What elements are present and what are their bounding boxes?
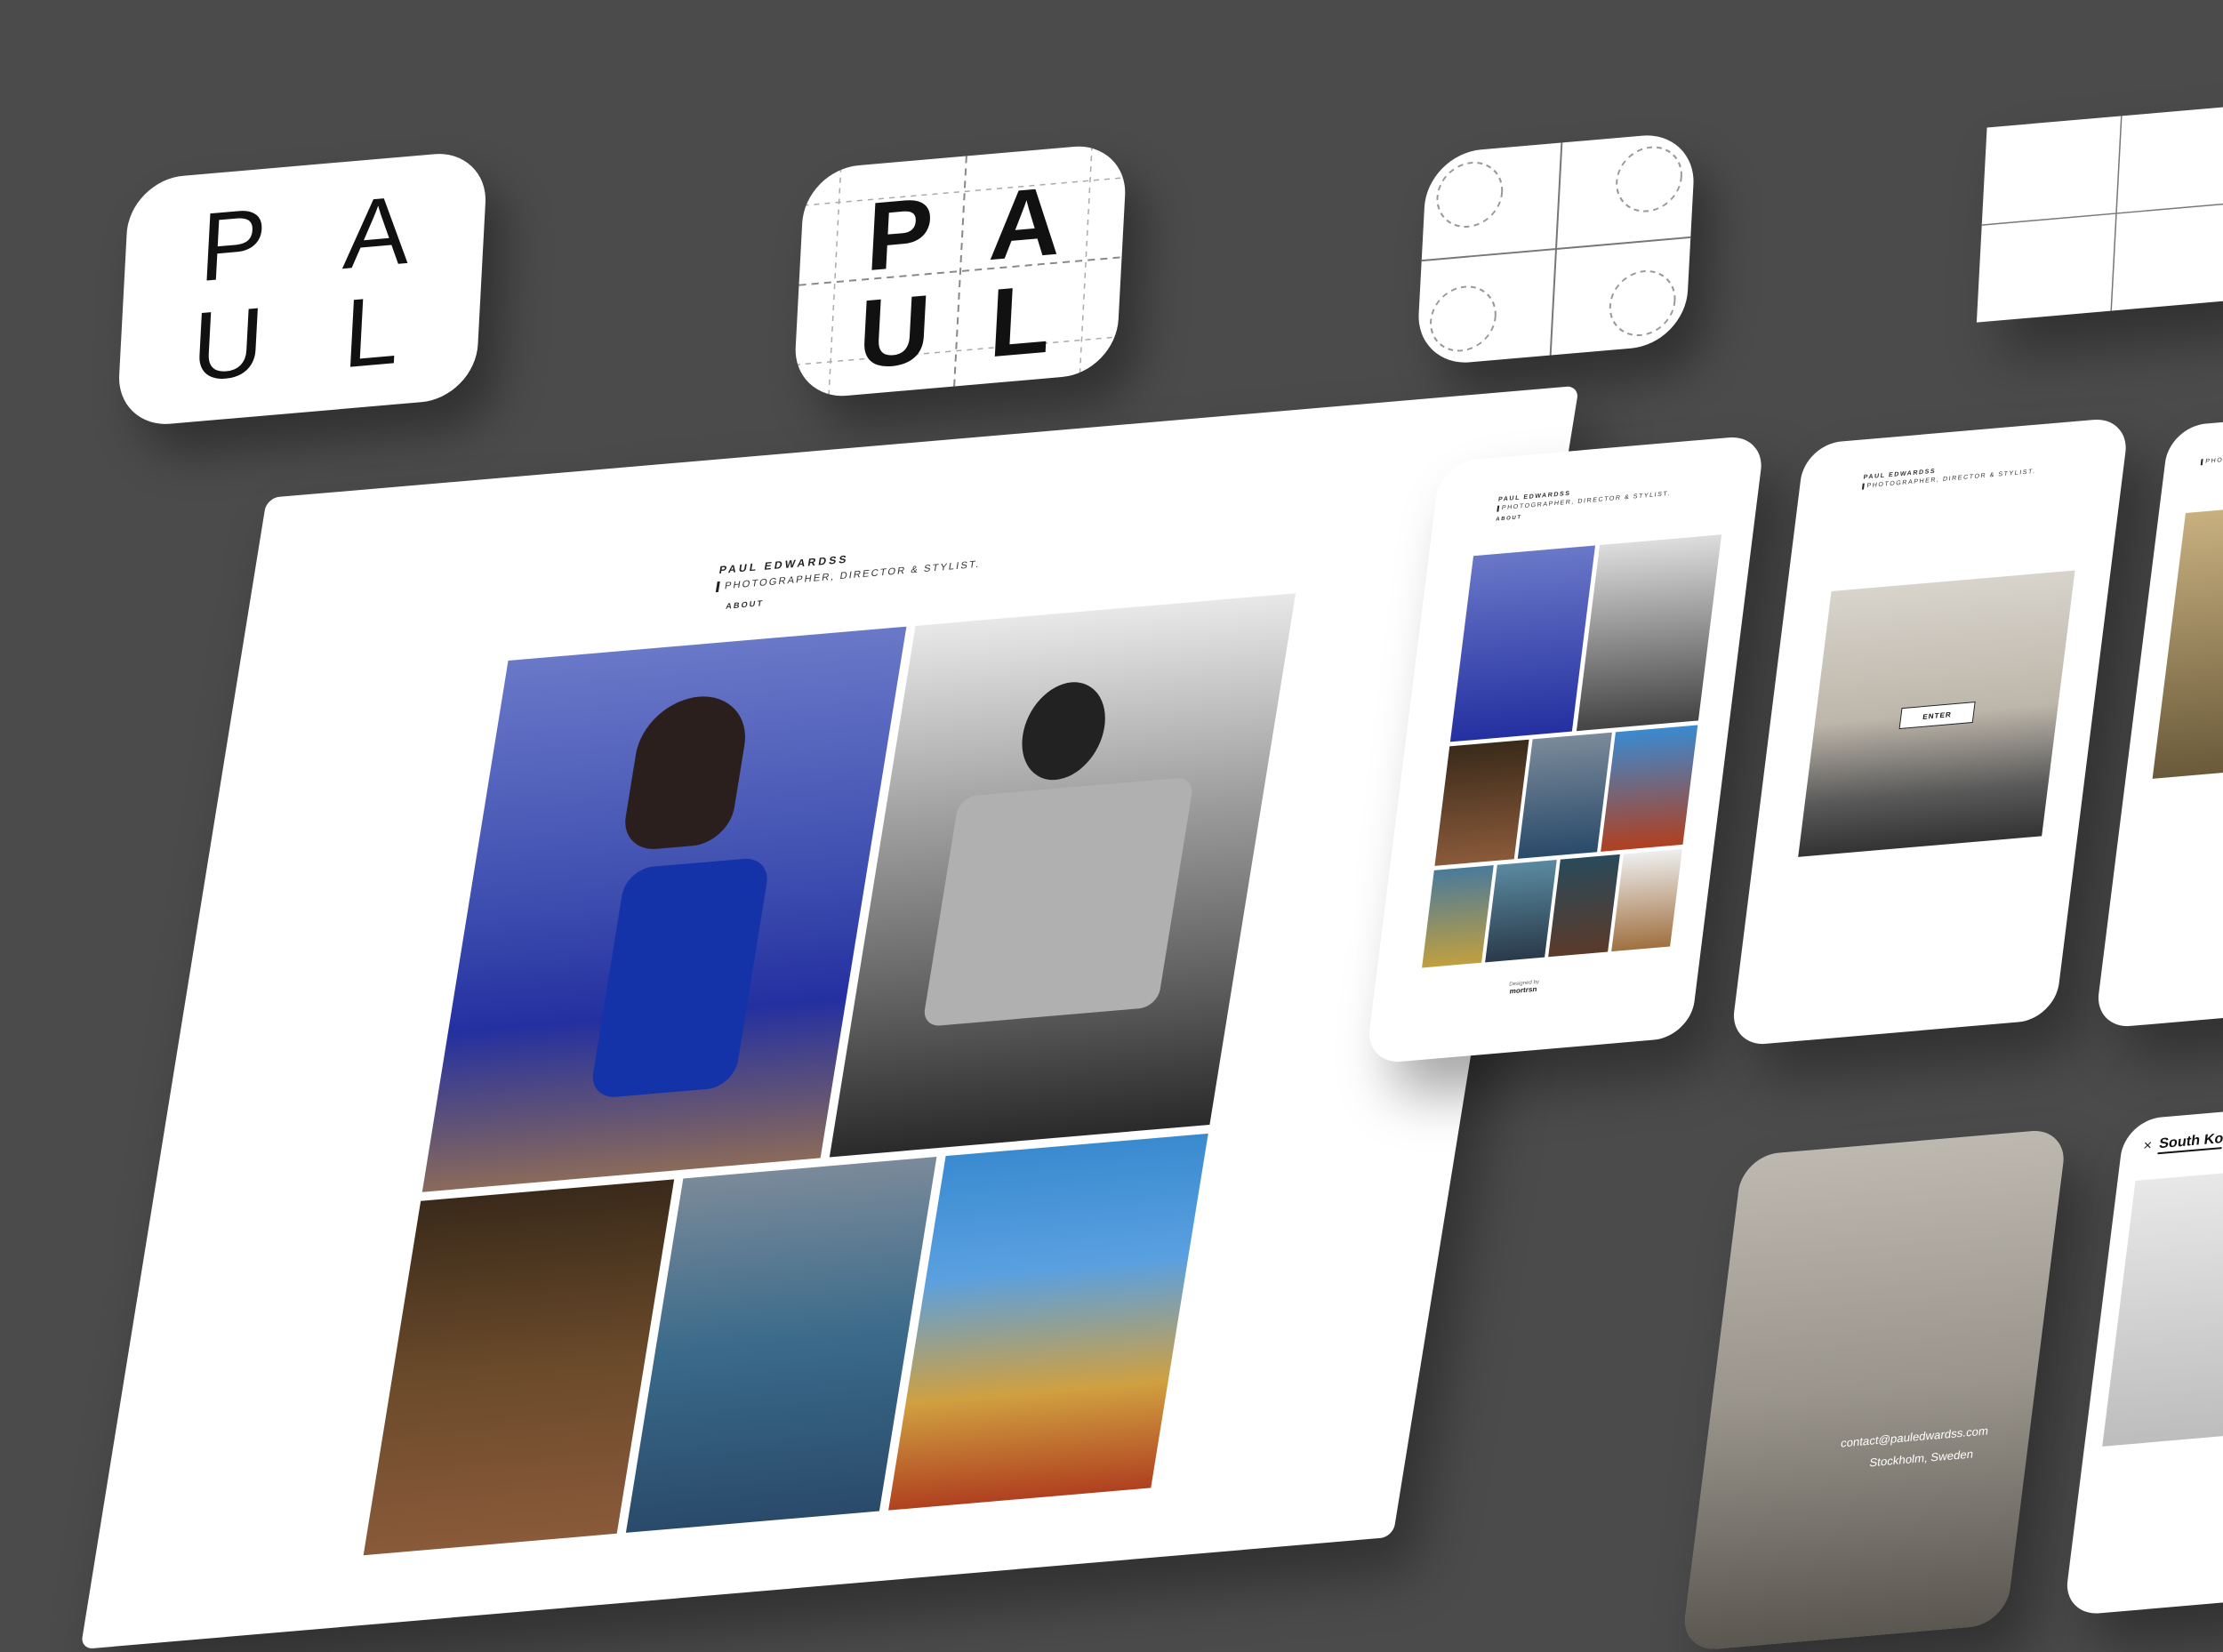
logo-letter-p: P bbox=[197, 188, 269, 303]
mobile1-photo-4[interactable] bbox=[1422, 865, 1494, 968]
mobile1-photo-5[interactable] bbox=[1485, 860, 1557, 963]
logo-letter-p: P bbox=[863, 177, 936, 293]
mobile1-footer-brand[interactable]: mortrsn bbox=[1508, 985, 1539, 996]
logo-letter-a: A bbox=[341, 175, 413, 291]
mobile1-photo-swimsuit[interactable] bbox=[1449, 545, 1596, 742]
photo-swimsuit[interactable] bbox=[421, 626, 907, 1192]
logo-letter-u: U bbox=[855, 274, 934, 390]
site-header: PAUL EDWARDSS PHOTOGRAPHER, DIRECTOR & S… bbox=[712, 541, 984, 612]
mobile-enter-mockup: PAUL EDWARDSS PHOTOGRAPHER, DIRECTOR & S… bbox=[1729, 416, 2131, 1047]
logo-letter-a: A bbox=[986, 165, 1064, 282]
app-icon-logo-guides: P A U L bbox=[792, 141, 1128, 401]
mobile3-subtitle: PHOTO bbox=[2200, 456, 2223, 466]
radius-guide-lines bbox=[1421, 142, 1691, 356]
logo-letter-l: L bbox=[987, 263, 1054, 379]
square-grid-lines bbox=[1981, 116, 2223, 311]
mobile1-photo-shirt[interactable] bbox=[1601, 725, 1698, 852]
mobile2-hero-photo: ENTER bbox=[1798, 570, 2075, 857]
mobile1-photo-6[interactable] bbox=[1548, 854, 1620, 958]
mobile5-photo bbox=[2102, 1160, 2223, 1447]
mobile-country-mockup: × South Ko bbox=[2063, 1096, 2223, 1616]
mobile4-bg-photo bbox=[1681, 1127, 2068, 1652]
photo-rope[interactable] bbox=[363, 1179, 675, 1556]
photo-bw-portrait[interactable] bbox=[829, 593, 1296, 1158]
mobile2-header: PAUL EDWARDSS PHOTOGRAPHER, DIRECTOR & S… bbox=[1861, 460, 2037, 490]
close-icon[interactable]: × bbox=[2142, 1138, 2153, 1155]
mobile5-topbar: × South Ko bbox=[2142, 1131, 2223, 1156]
enter-button[interactable]: ENTER bbox=[1898, 702, 1976, 730]
mobile1-photo-7[interactable] bbox=[1611, 848, 1682, 952]
mobile1-header: PAUL EDWARDSS PHOTOGRAPHER, DIRECTOR & S… bbox=[1496, 482, 1673, 523]
photo-pool-couple[interactable] bbox=[625, 1157, 937, 1533]
mobile1-footer: Designed by mortrsn bbox=[1508, 980, 1540, 996]
app-icon-logo: P A U L bbox=[116, 149, 489, 429]
mobile3-photo bbox=[2152, 497, 2223, 779]
photo-hawaiian-shirt[interactable] bbox=[888, 1133, 1208, 1511]
app-icon-square-grid bbox=[1976, 104, 2223, 323]
desktop-page-mockup: PAUL EDWARDSS PHOTOGRAPHER, DIRECTOR & S… bbox=[80, 385, 1579, 1650]
logo-grid-bold: P A U L bbox=[830, 165, 1090, 389]
app-icon-radius-guides bbox=[1416, 131, 1697, 367]
logo-letter-l: L bbox=[341, 275, 402, 389]
logo-letter-u: U bbox=[189, 286, 267, 402]
logo-grid: P A U L bbox=[154, 175, 452, 402]
mobile5-title: South Ko bbox=[2157, 1131, 2223, 1155]
mobile1-photo-bw[interactable] bbox=[1576, 534, 1722, 732]
mobile-contact-mockup: contact@pauledwardss.com Stockholm, Swed… bbox=[1681, 1127, 2068, 1652]
mobile1-photo-rope[interactable] bbox=[1434, 739, 1529, 866]
mobile1-photo-pool[interactable] bbox=[1517, 732, 1612, 859]
mobile3-header: PHOTO bbox=[2200, 456, 2223, 466]
